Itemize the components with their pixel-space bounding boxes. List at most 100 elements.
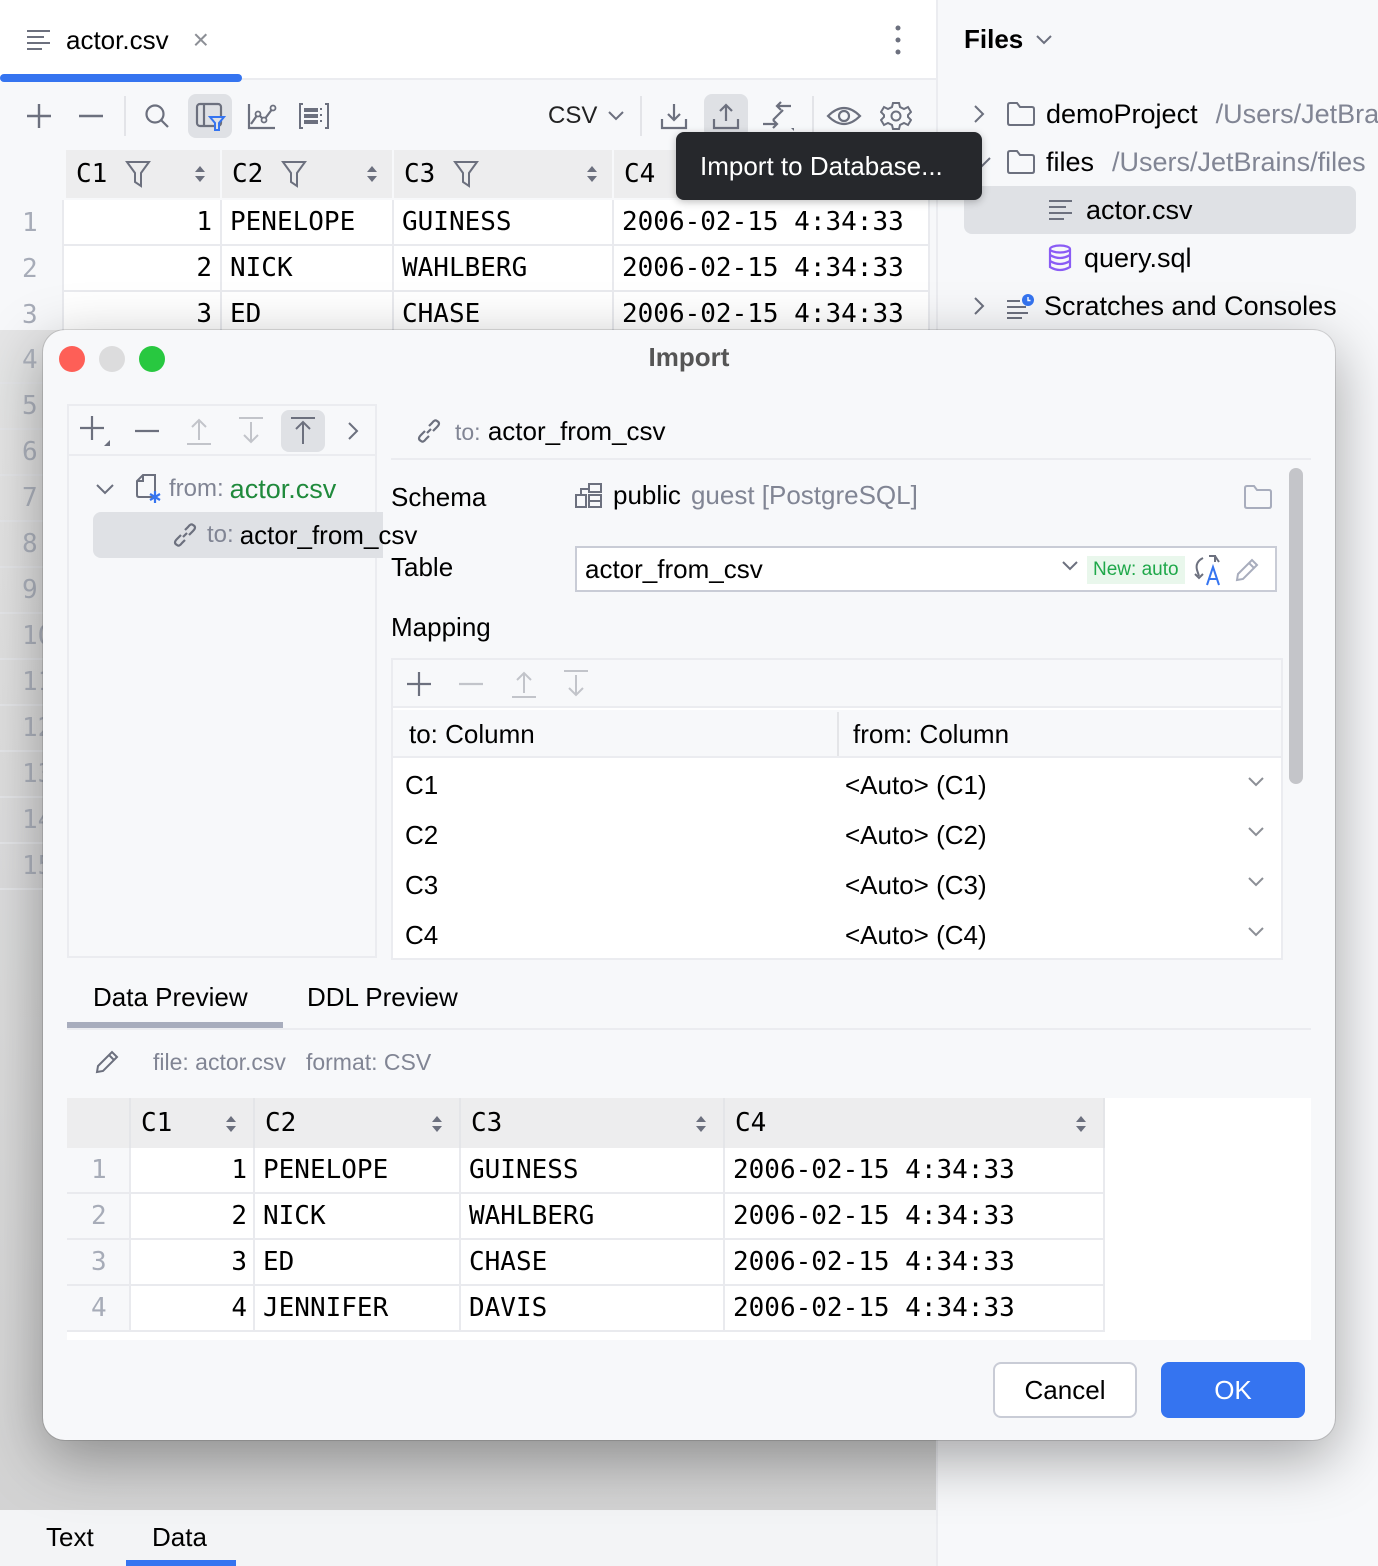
sort-icon[interactable]	[225, 1114, 237, 1134]
sort-icon[interactable]	[695, 1114, 707, 1134]
to-column-header[interactable]: to: Column	[409, 719, 535, 750]
sort-icon[interactable]	[366, 164, 378, 184]
column-filter-icon[interactable]	[453, 160, 480, 188]
add-source-icon[interactable]	[73, 410, 117, 452]
cell-c1[interactable]: 1	[131, 1148, 255, 1192]
cell-c1[interactable]: 2	[131, 1194, 255, 1238]
sort-icon[interactable]	[194, 164, 206, 184]
edit-pencil-icon[interactable]	[1233, 556, 1261, 584]
grid-row[interactable]: 2 2 NICK WAHLBERG 2006-02-15 4:34:33	[0, 246, 930, 292]
columns-icon[interactable]	[292, 94, 336, 138]
move-down-icon[interactable]	[563, 669, 589, 699]
cell-c2[interactable]: JENNIFER	[255, 1286, 461, 1330]
more-options-icon[interactable]	[888, 24, 908, 56]
add-row-icon[interactable]	[17, 94, 61, 138]
move-down-icon[interactable]	[229, 410, 273, 452]
cell-c4[interactable]: 2006-02-15 4:34:33	[725, 1286, 1105, 1330]
cancel-button[interactable]: Cancel	[993, 1362, 1137, 1418]
cell-c1[interactable]: 3	[131, 1240, 255, 1284]
settings-scrollbar[interactable]	[1289, 468, 1303, 784]
cell-c4[interactable]: 2006-02-15 4:34:33	[614, 246, 930, 290]
column-header-c2[interactable]: C2	[222, 150, 392, 198]
sort-icon[interactable]	[586, 164, 598, 184]
chevron-right-icon[interactable]	[972, 296, 986, 316]
preview-row[interactable]: 2 2 NICK WAHLBERG 2006-02-15 4:34:33	[67, 1194, 1105, 1240]
source-column[interactable]: <Auto> (C1)	[845, 770, 987, 801]
target-column[interactable]: C2	[405, 820, 438, 851]
cell-c4[interactable]: 2006-02-15 4:34:33	[725, 1148, 1105, 1192]
chevron-down-icon[interactable]	[1247, 826, 1265, 838]
tab-data-preview[interactable]: Data Preview	[93, 982, 248, 1013]
cell-c4[interactable]: 2006-02-15 4:34:33	[614, 200, 930, 244]
chevron-down-icon[interactable]	[1247, 776, 1265, 788]
search-icon[interactable]	[135, 94, 179, 138]
source-column[interactable]: <Auto> (C2)	[845, 820, 987, 851]
column-filter-icon[interactable]	[281, 160, 308, 188]
mapping-row[interactable]: C2 <Auto> (C2)	[393, 810, 1281, 860]
close-tab-icon[interactable]: ×	[193, 24, 209, 56]
preview-header-c4[interactable]: C4	[725, 1098, 1105, 1148]
remove-source-icon[interactable]	[125, 410, 169, 452]
cell-c1[interactable]: 4	[131, 1286, 255, 1330]
tree-item-actor-csv[interactable]: actor.csv	[938, 186, 1378, 234]
source-column[interactable]: <Auto> (C4)	[845, 920, 987, 951]
tab-ddl-preview[interactable]: DDL Preview	[307, 982, 458, 1013]
schema-value[interactable]: public guest [PostgreSQL]	[575, 480, 918, 511]
tree-item-demoproject[interactable]: demoProject /Users/JetBra	[938, 90, 1378, 138]
chevron-down-icon[interactable]	[1061, 560, 1079, 572]
target-column[interactable]: C3	[405, 870, 438, 901]
preview-row[interactable]: 3 3 ED CHASE 2006-02-15 4:34:33	[67, 1240, 1105, 1286]
preview-row[interactable]: 4 4 JENNIFER DAVIS 2006-02-15 4:34:33	[67, 1286, 1105, 1332]
column-header-c3[interactable]: C3	[394, 150, 612, 198]
chevron-right-icon[interactable]	[972, 104, 986, 124]
tab-text[interactable]: Text	[46, 1522, 94, 1553]
move-up-icon[interactable]	[177, 410, 221, 452]
move-up-icon[interactable]	[511, 669, 537, 699]
cell-c2[interactable]: ED	[255, 1240, 461, 1284]
add-mapping-icon[interactable]	[405, 670, 433, 698]
cell-c2[interactable]: PENELOPE	[222, 200, 394, 244]
files-view-selector[interactable]: Files	[964, 24, 1053, 55]
remove-mapping-icon[interactable]	[457, 670, 485, 698]
cell-c1[interactable]: 1	[66, 200, 222, 244]
column-header-c1[interactable]: C1	[66, 150, 220, 198]
chevron-down-icon[interactable]	[95, 482, 115, 496]
chevron-down-icon[interactable]	[1247, 876, 1265, 888]
remove-row-icon[interactable]	[69, 94, 113, 138]
cell-c3[interactable]: CHASE	[461, 1240, 725, 1284]
chart-icon[interactable]	[240, 94, 284, 138]
grid-row[interactable]: 1 1 PENELOPE GUINESS 2006-02-15 4:34:33	[0, 200, 930, 246]
tree-item-query-sql[interactable]: query.sql	[938, 234, 1378, 282]
table-name-input[interactable]: actor_from_csv New: auto	[575, 546, 1277, 592]
sort-icon[interactable]	[1075, 1114, 1087, 1134]
cell-c3[interactable]: GUINESS	[394, 200, 614, 244]
edit-format-icon[interactable]	[93, 1048, 121, 1076]
target-column[interactable]: C1	[405, 770, 438, 801]
cell-c3[interactable]: WAHLBERG	[394, 246, 614, 290]
cell-c1[interactable]: 2	[66, 246, 222, 290]
move-to-top-icon[interactable]	[281, 410, 325, 452]
cell-c2[interactable]: NICK	[222, 246, 394, 290]
cell-c3[interactable]: DAVIS	[461, 1286, 725, 1330]
target-column[interactable]: C4	[405, 920, 438, 951]
tree-node-target[interactable]: to: actor_from_csv	[171, 512, 417, 558]
cell-c3[interactable]: GUINESS	[461, 1148, 725, 1192]
preview-row[interactable]: 1 1 PENELOPE GUINESS 2006-02-15 4:34:33	[67, 1148, 1105, 1194]
preview-header-c1[interactable]: C1	[131, 1098, 255, 1148]
cell-c4[interactable]: 2006-02-15 4:34:33	[725, 1194, 1105, 1238]
tree-node-source[interactable]: from: actor.csv	[95, 466, 336, 512]
chevron-down-icon[interactable]	[1247, 926, 1265, 938]
cell-c2[interactable]: PENELOPE	[255, 1148, 461, 1192]
tab-data[interactable]: Data	[152, 1522, 207, 1553]
mapping-row[interactable]: C1 <Auto> (C1)	[393, 760, 1281, 810]
change-case-icon[interactable]	[1193, 554, 1223, 586]
tree-item-scratches[interactable]: Scratches and Consoles	[938, 282, 1378, 330]
cell-c4[interactable]: 2006-02-15 4:34:33	[725, 1240, 1105, 1284]
format-select[interactable]: CSV	[548, 100, 625, 132]
filter-icon[interactable]	[188, 94, 232, 138]
tree-item-files[interactable]: files /Users/JetBrains/files	[938, 138, 1378, 186]
source-column[interactable]: <Auto> (C3)	[845, 870, 987, 901]
cell-c2[interactable]: NICK	[255, 1194, 461, 1238]
preview-header-c3[interactable]: C3	[461, 1098, 725, 1148]
sort-icon[interactable]	[431, 1114, 443, 1134]
